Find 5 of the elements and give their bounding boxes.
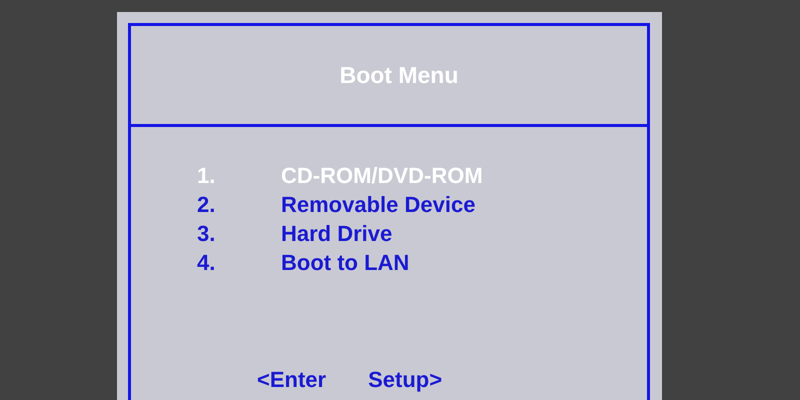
boot-option[interactable]: 3. Hard Drive [197,219,647,248]
key-hint: Setup> [368,367,442,393]
boot-option[interactable]: 2. Removable Device [197,190,647,219]
boot-option[interactable]: 4. Boot to LAN [197,248,647,277]
key-hint: <Enter [257,367,326,393]
